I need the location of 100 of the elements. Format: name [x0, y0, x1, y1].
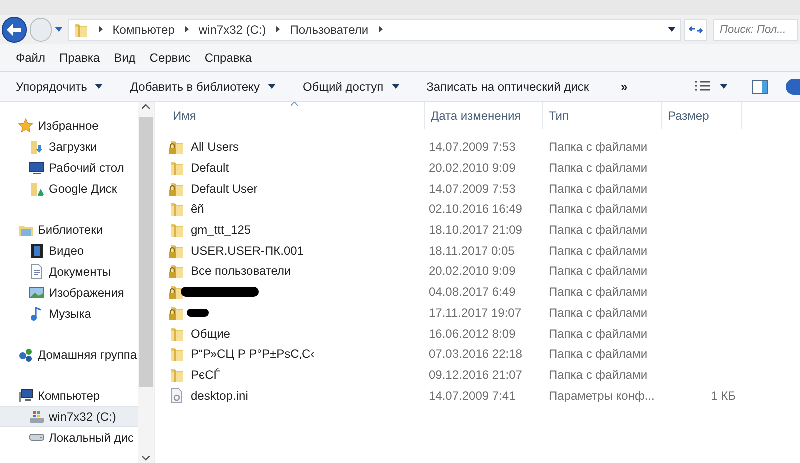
chevron-icon: [98, 26, 103, 33]
search-field[interactable]: Поиск: Пол...: [713, 18, 798, 40]
type-cell-text: Папка с файлами: [548, 201, 649, 218]
sidebar-item[interactable]: Локальный дис: [0, 427, 138, 448]
item-label: win7x32 (C:): [49, 408, 116, 426]
file-row[interactable]: USER.USER-ПК.001 18.11.2017 0:05 Папка с файлами: [167, 240, 800, 262]
type-cell-text: Папка с файлами: [548, 139, 649, 156]
toolbar-button[interactable]: Общий доступ: [296, 78, 406, 96]
file-name: Default User: [191, 180, 258, 198]
file-row[interactable]: All Users 14.07.2009 7:53 Папка с файлами: [167, 137, 800, 158]
menu-item[interactable]: Файл: [10, 48, 52, 66]
sidebar-group[interactable]: Избранное: [0, 115, 138, 136]
chevron-icon: [378, 26, 383, 33]
breadcrumb[interactable]: Пользователи: [290, 20, 369, 38]
more-button[interactable]: »: [615, 78, 634, 96]
type-cell-text: Папка с файлами: [548, 263, 649, 280]
file-name: gm_ttt_125: [191, 222, 252, 240]
caret-icon: [392, 84, 400, 89]
toolbar-button[interactable]: Записать на оптический диск: [420, 78, 596, 96]
caret-icon: [95, 84, 104, 89]
item-label: Загрузки: [49, 138, 98, 156]
file-name: РєСЃ: [191, 366, 220, 384]
caret-icon: [668, 27, 676, 32]
item-label: Рабочий стол: [49, 160, 124, 176]
date-cell-text: 14.07.2009 7:53: [428, 180, 517, 198]
toolbar-button[interactable]: Упорядочить: [10, 78, 110, 96]
sidebar-group[interactable]: Домашняя группа: [0, 344, 138, 365]
file-row[interactable]: РєСЃ 09.12.2016 21:07 Папка с файлами: [167, 364, 800, 386]
item-label: Google Диск: [49, 180, 118, 198]
date-cell-text: 18.11.2017 0:05: [428, 242, 516, 260]
file-row[interactable]: 17.11.2017 19:07 Папка с файлами: [167, 302, 800, 324]
column-header[interactable]: Имя: [167, 102, 425, 129]
sidebar-item[interactable]: Google Диск: [0, 178, 138, 199]
file-row[interactable]: desktop.ini 14.07.2009 7:41 Параметры конф... 1 КБ: [167, 385, 800, 406]
file-row[interactable]: gm_ttt_125 18.10.2017 21:09 Папка с файлами: [167, 220, 800, 240]
refresh-button[interactable]: [684, 18, 707, 40]
scrollbar[interactable]: [138, 102, 154, 463]
file-name: Default: [191, 160, 230, 178]
sidebar-item[interactable]: Рабочий стол: [0, 157, 138, 178]
type-cell-text: Папка с файлами: [548, 222, 649, 240]
file-name: Общие: [191, 326, 230, 343]
scroll-thumb[interactable]: [139, 117, 153, 387]
folder-icon: [72, 22, 89, 38]
sidebar-item[interactable]: Видео: [0, 240, 138, 261]
sidebar-item[interactable]: Документы: [0, 261, 138, 282]
menu-item[interactable]: Вид: [108, 48, 142, 66]
download-folder-icon: [29, 138, 45, 154]
homegroup-icon: [18, 346, 34, 362]
sidebar-item[interactable]: Изображения: [0, 282, 138, 303]
menu-item[interactable]: Справка: [198, 48, 258, 66]
date-cell-text: 09.12.2016 21:07: [428, 366, 524, 384]
sidebar-item[interactable]: Музыка: [0, 303, 138, 324]
sidebar-item[interactable]: Загрузки: [0, 136, 138, 157]
item-label: Документы: [49, 264, 111, 280]
column-header[interactable]: Тип: [543, 102, 662, 129]
group-label: Домашняя группа: [38, 346, 138, 364]
file-name: êñ: [191, 201, 204, 218]
file-row[interactable]: Default 20.02.2010 9:09 Папка с файлами: [167, 158, 800, 178]
date-cell-text: 07.03.2016 22:18: [428, 346, 524, 364]
item-label: Видео: [49, 242, 84, 260]
star-icon: [18, 118, 34, 134]
date-cell-text: 16.06.2012 8:09: [428, 326, 517, 343]
breadcrumb[interactable]: Компьютер: [112, 20, 175, 38]
sidebar-item[interactable]: win7x32 (C:): [0, 406, 138, 427]
preview-pane-icon: [752, 80, 768, 94]
column-header[interactable]: Дата изменения: [425, 102, 543, 129]
list-view-icon: [694, 80, 712, 92]
sidebar-group[interactable]: Библиотеки: [0, 219, 138, 240]
file-row[interactable]: Общие 16.06.2012 8:09 Папка с файлами: [167, 323, 800, 344]
date-cell-text: 14.07.2009 7:41: [428, 388, 517, 405]
type-cell-text: Папка с файлами: [548, 242, 649, 260]
menu-item[interactable]: Правка: [54, 48, 106, 66]
redaction-mark: [187, 308, 209, 317]
file-row[interactable]: Р“Р»СЦ Р Р°Р±РѕС‚С‹ 07.03.2016 22:18 Папка с файлами: [167, 344, 800, 365]
back-button[interactable]: [2, 16, 27, 42]
refresh-icon: [688, 24, 703, 34]
item-label: Локальный дис: [49, 430, 134, 446]
caret-icon: [268, 84, 276, 89]
caret-icon: [720, 84, 728, 89]
file-row[interactable]: Default User 14.07.2009 7:53 Папка с файлами: [167, 178, 800, 200]
sidebar-group[interactable]: Компьютер: [0, 385, 138, 406]
help-button[interactable]: [786, 78, 800, 94]
type-cell-text: Папка с файлами: [548, 326, 649, 343]
type-cell-text: Папка с файлами: [548, 346, 649, 364]
picture-icon: [29, 284, 45, 300]
type-cell-text: Папка с файлами: [548, 284, 649, 302]
address-bar[interactable]: Компьютер win7x32 (C:) Пользователи: [68, 18, 682, 40]
group-label: Библиотеки: [38, 222, 104, 238]
chevron-icon: [276, 26, 280, 33]
menu-item[interactable]: Сервис: [144, 48, 197, 66]
file-row[interactable]: 04.08.2017 6:49 Папка с файлами: [167, 282, 800, 302]
item-label: Изображения: [49, 284, 124, 302]
file-row[interactable]: êñ 02.10.2016 16:49 Папка с файлами: [167, 199, 800, 220]
column-header[interactable]: Размер: [662, 102, 742, 129]
type-cell-text: Папка с файлами: [548, 304, 649, 322]
breadcrumb[interactable]: win7x32 (C:): [198, 20, 266, 38]
scroll-up-icon: [142, 104, 150, 109]
computer-icon: [18, 388, 34, 404]
toolbar-button[interactable]: Добавить в библиотеку: [124, 78, 282, 96]
file-row[interactable]: Все пользователи 20.02.2010 9:09 Папка с файлами: [167, 261, 800, 282]
